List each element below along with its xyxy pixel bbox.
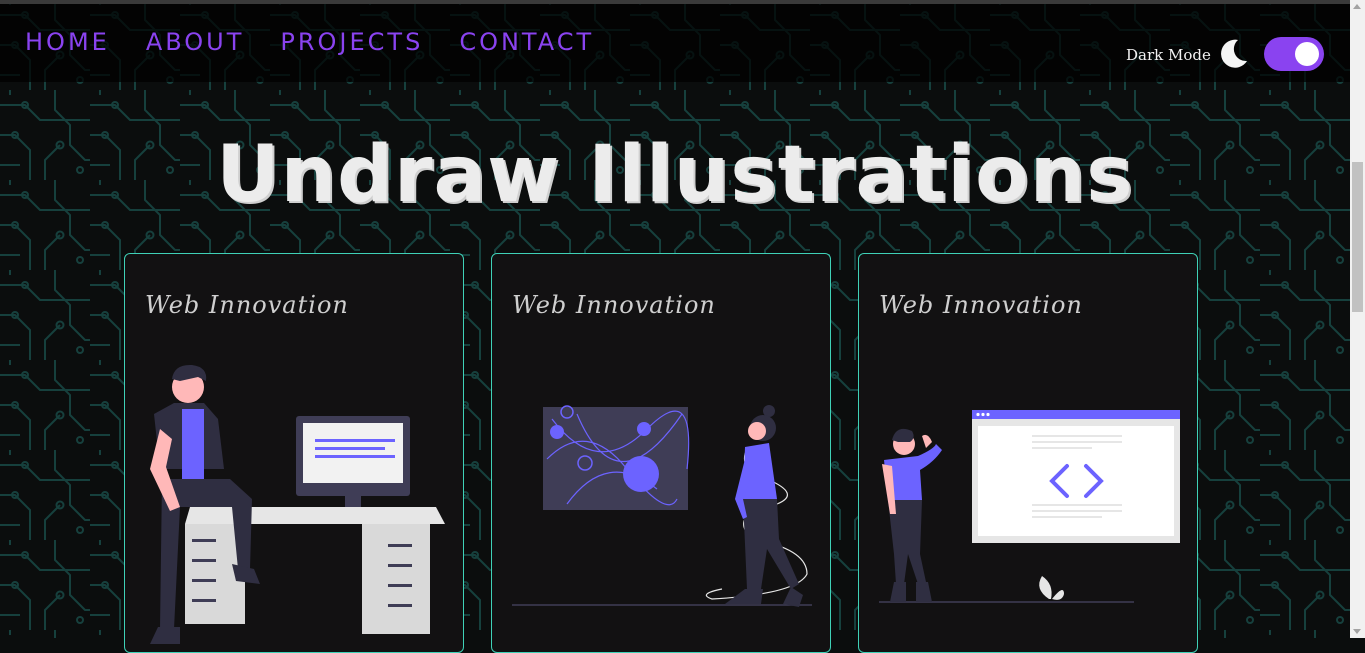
dark-mode-label: Dark Mode xyxy=(1126,46,1211,64)
scroll-thumb[interactable] xyxy=(1352,162,1363,312)
card-title: Web Innovation xyxy=(879,291,1083,319)
page-title: Undraw Illustrations xyxy=(216,130,1134,220)
woman-code-window-illustration xyxy=(879,410,1180,603)
scroll-up-arrow-icon[interactable] xyxy=(1353,4,1361,9)
project-card-3[interactable]: Web Innovation xyxy=(858,253,1198,653)
moon-icon xyxy=(1221,39,1247,68)
toggle-knob xyxy=(1295,42,1319,66)
card-title: Web Innovation xyxy=(512,291,716,319)
nav-contact-link[interactable]: CONTACT xyxy=(459,28,594,56)
dark-mode-toggle[interactable] xyxy=(1264,37,1324,71)
navbar: HOME ABOUT PROJECTS CONTACT Dark Mode xyxy=(0,0,1350,82)
nav-about-link[interactable]: ABOUT xyxy=(146,28,245,56)
scroll-down-arrow-icon[interactable] xyxy=(1353,629,1361,634)
nav-projects-link[interactable]: PROJECTS xyxy=(280,28,423,56)
woman-walking-illustration xyxy=(512,405,812,607)
nav-links: HOME ABOUT PROJECTS CONTACT xyxy=(25,28,594,56)
nav-home-link[interactable]: HOME xyxy=(25,28,110,56)
project-card-2[interactable]: Web Innovation xyxy=(491,253,831,653)
person-at-desk-illustration xyxy=(150,364,445,644)
page-scrollbar[interactable] xyxy=(1350,0,1365,638)
project-card-1[interactable]: Web Innovation xyxy=(124,253,464,653)
card-title: Web Innovation xyxy=(145,291,349,319)
